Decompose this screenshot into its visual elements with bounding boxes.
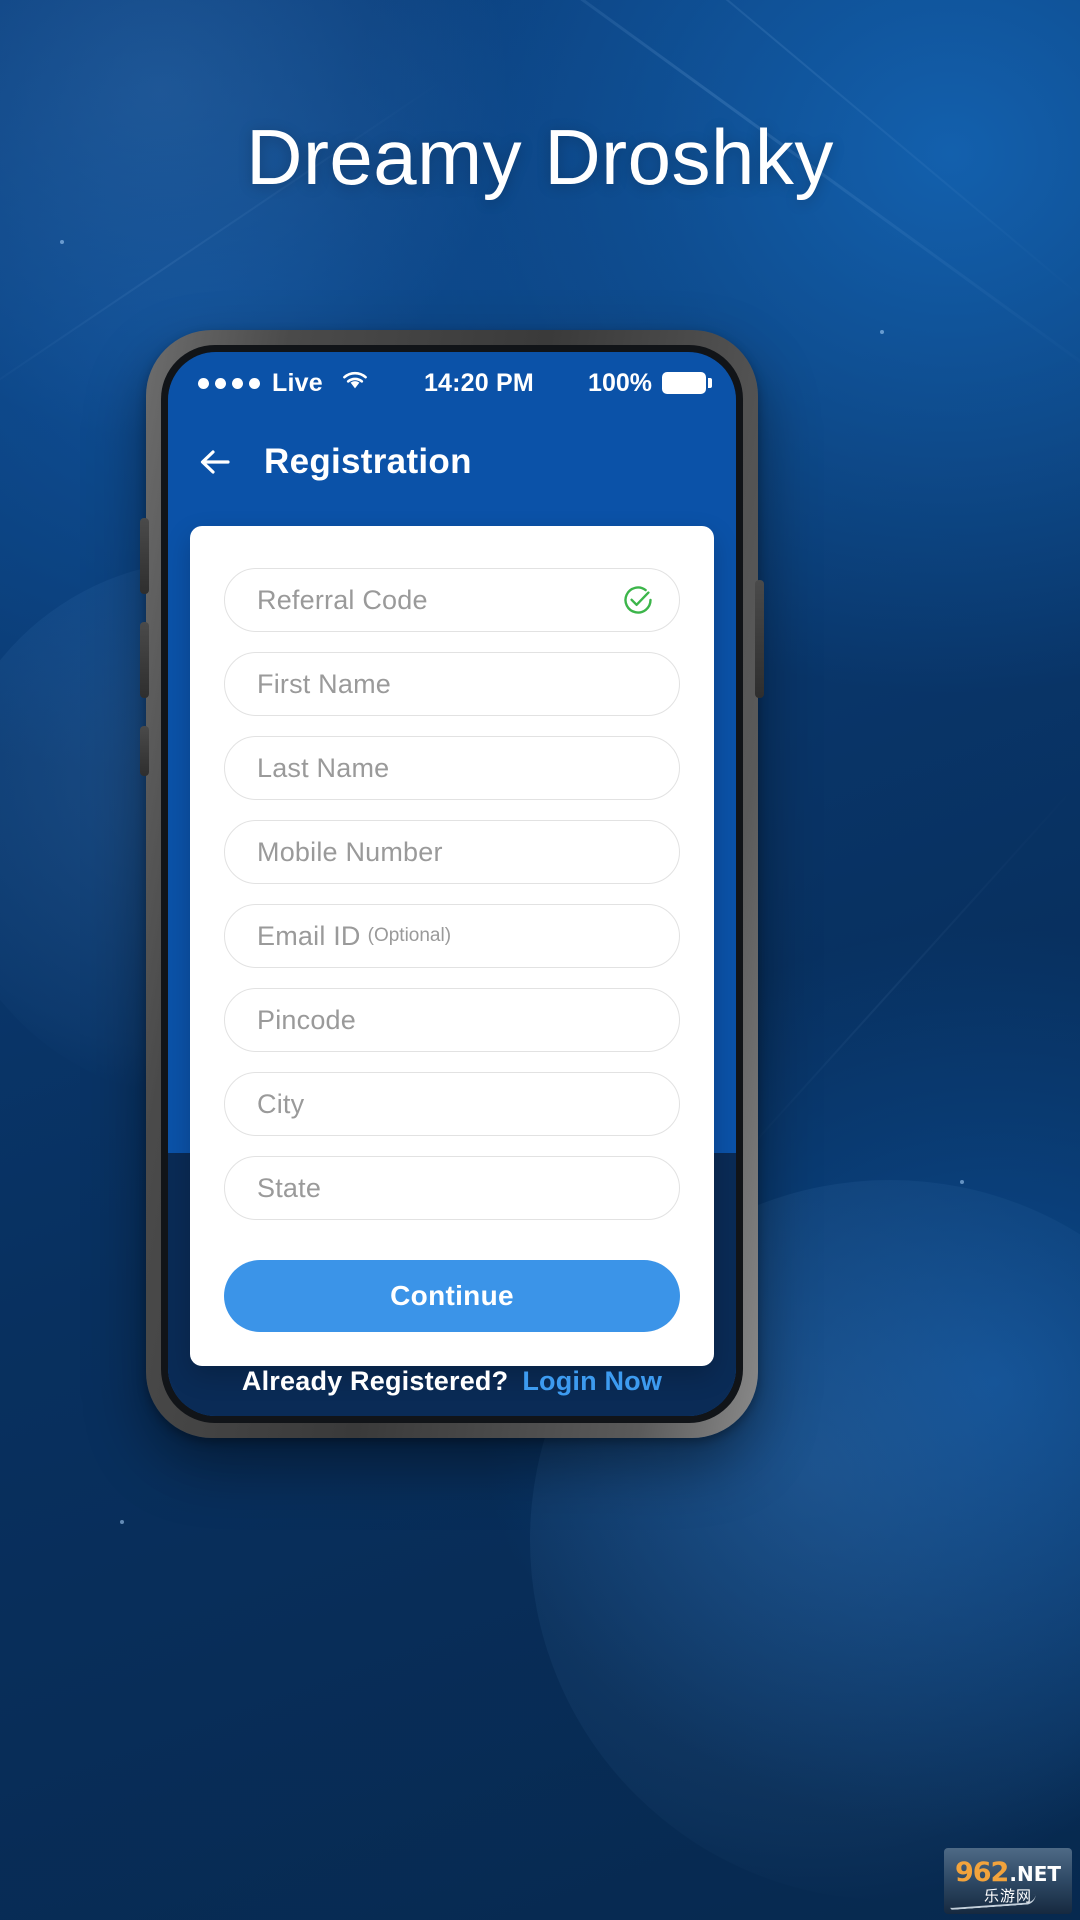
background-sparkle — [60, 240, 64, 244]
continue-button[interactable]: Continue — [224, 1260, 680, 1332]
field-placeholder: Email ID — [257, 920, 361, 951]
field-first-name[interactable]: First Name — [224, 652, 680, 716]
field-placeholder: Pincode — [257, 1004, 356, 1035]
status-bar: Live 14:20 PM 100% — [168, 352, 736, 414]
battery-percent-label: 100% — [588, 368, 652, 397]
status-bar-clock: 14:20 PM — [423, 368, 534, 397]
watermark-domain: .NET — [1009, 1861, 1061, 1886]
background-sparkle — [120, 1520, 124, 1524]
login-now-link[interactable]: Login Now — [522, 1366, 662, 1397]
background-sparkle — [880, 330, 884, 334]
battery-full-icon — [662, 372, 712, 394]
screen-title: Registration — [264, 442, 472, 481]
power-button[interactable] — [755, 580, 764, 698]
volume-down-button[interactable] — [140, 622, 149, 698]
phone-screen: Live 14:20 PM 100% Registration Referral… — [168, 352, 736, 1416]
arrow-left-icon[interactable] — [194, 441, 236, 483]
signal-strength-icon — [198, 377, 260, 389]
watermark-number: 962 — [954, 1856, 1009, 1888]
status-bar-left: Live — [198, 368, 370, 398]
watermark-logo-row: 962 .NET — [955, 1859, 1061, 1886]
volume-up-button[interactable] — [140, 518, 149, 594]
background-light-streak — [725, 787, 1075, 1175]
login-prompt: Already Registered? Login Now — [168, 1366, 736, 1416]
already-registered-label: Already Registered? — [241, 1366, 509, 1396]
status-bar-right: 100% — [588, 368, 712, 398]
field-optional-note: (Optional) — [367, 925, 452, 946]
background-sparkle — [960, 1180, 964, 1184]
wifi-icon — [340, 368, 370, 398]
field-placeholder: Mobile Number — [257, 836, 443, 867]
mute-switch-button[interactable] — [140, 726, 149, 776]
registration-form-card: Referral Code First Name Last Name Mobil… — [190, 526, 714, 1366]
page-title: Dreamy Droshky — [246, 113, 834, 201]
field-state[interactable]: State — [224, 1156, 680, 1220]
field-placeholder: City — [257, 1088, 305, 1119]
field-placeholder: Referral Code — [257, 584, 428, 615]
check-circle-icon — [621, 583, 655, 617]
watermark-swoosh-icon — [949, 1894, 1037, 1910]
registration-body: Referral Code First Name Last Name Mobil… — [168, 510, 736, 1416]
field-email-id[interactable]: Email ID (Optional) — [224, 904, 680, 968]
field-placeholder: State — [257, 1172, 322, 1203]
field-placeholder: First Name — [257, 668, 392, 699]
app-bar: Registration — [168, 414, 736, 510]
field-last-name[interactable]: Last Name — [224, 736, 680, 800]
field-city[interactable]: City — [224, 1072, 680, 1136]
phone-mockup-frame: Live 14:20 PM 100% Registration Referral… — [140, 330, 764, 1438]
phone-bezel: Live 14:20 PM 100% Registration Referral… — [161, 345, 743, 1423]
carrier-label: Live — [272, 368, 323, 397]
field-placeholder: Last Name — [257, 752, 390, 783]
site-watermark: 962 .NET 乐游网 — [944, 1848, 1072, 1914]
field-pincode[interactable]: Pincode — [224, 988, 680, 1052]
field-referral-code[interactable]: Referral Code — [224, 568, 680, 632]
field-mobile-number[interactable]: Mobile Number — [224, 820, 680, 884]
poster-background: Dreamy Droshky Live 14:20 PM 100% Regist… — [0, 0, 1080, 1920]
